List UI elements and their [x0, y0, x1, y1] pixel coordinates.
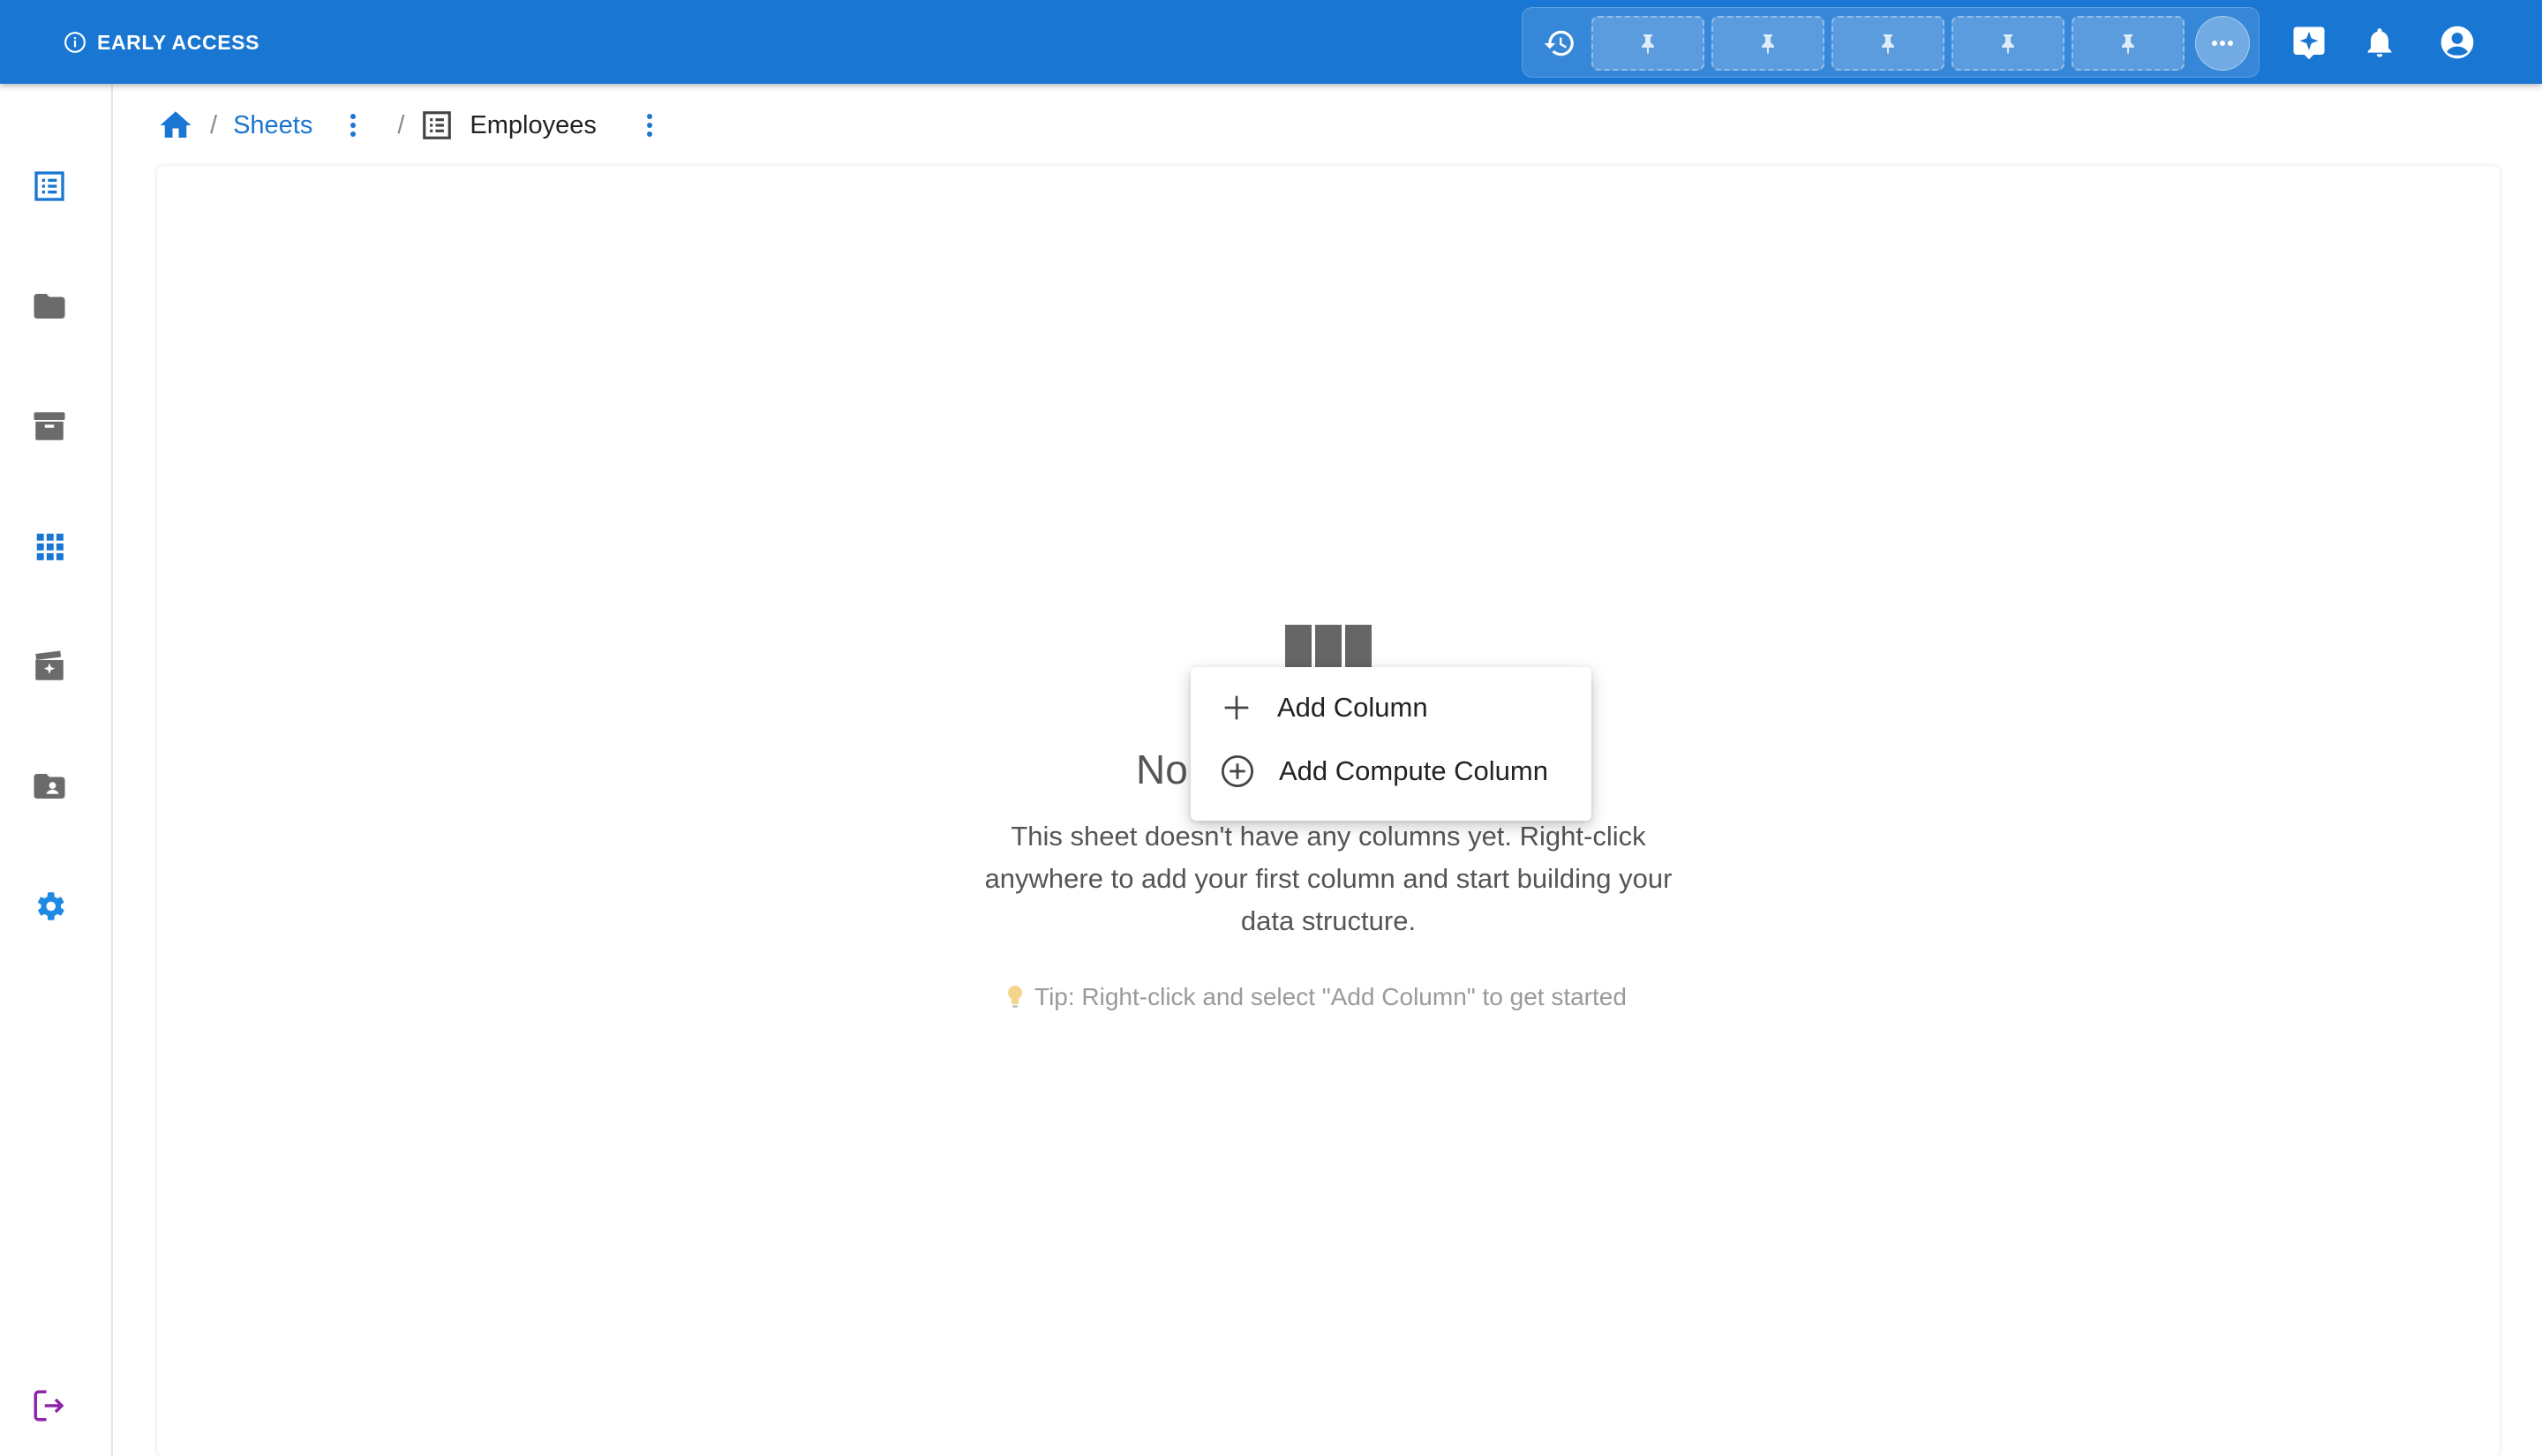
notifications-button[interactable] — [2358, 21, 2401, 64]
breadcrumb-separator: / — [397, 110, 405, 139]
pin-icon — [1642, 34, 1654, 54]
sidebar-item-sheets[interactable] — [25, 161, 74, 211]
archive-icon — [34, 412, 65, 440]
logout-icon — [34, 1390, 64, 1422]
breadcrumb-link-sheets[interactable]: Sheets — [233, 111, 312, 140]
breadcrumb-current-sheet: Employees — [470, 110, 597, 139]
pin-slot-4[interactable] — [1952, 16, 2064, 71]
lightbulb-icon — [1008, 986, 1022, 1008]
columns-icon — [1285, 625, 1373, 669]
apps-grid-icon — [36, 533, 64, 560]
empty-state-description: This sheet doesn't have any columns yet.… — [984, 821, 1673, 936]
contacts-folder-icon — [34, 774, 65, 799]
menu-item-label: Add Compute Column — [1279, 755, 1548, 786]
sparkle-chat-icon — [2293, 26, 2325, 60]
breadcrumb: / Sheets / Employees — [157, 99, 667, 152]
sheet-options-button[interactable] — [632, 104, 667, 146]
pin-icon — [1762, 34, 1774, 54]
left-sidebar — [0, 84, 113, 1456]
early-access-label: EARLY ACCESS — [97, 30, 260, 54]
more-vertical-icon — [646, 114, 652, 137]
pin-slot-2[interactable] — [1711, 16, 1824, 71]
sheets-options-button[interactable] — [335, 104, 371, 146]
more-vertical-icon — [350, 114, 357, 137]
sidebar-item-media[interactable] — [25, 642, 74, 691]
pinned-shortcuts-bar — [1522, 7, 2260, 78]
pin-icon — [2122, 34, 2134, 54]
top-app-bar: EARLY ACCESS — [0, 0, 2542, 84]
bell-icon — [2367, 28, 2392, 57]
settings-icon — [37, 892, 64, 920]
sidebar-item-files[interactable] — [25, 281, 74, 331]
add-circle-icon — [1221, 754, 1254, 788]
pin-icon — [1882, 34, 1894, 54]
sidebar-item-archive[interactable] — [25, 402, 74, 451]
pin-slot-1[interactable] — [1591, 16, 1704, 71]
breadcrumb-separator: / — [210, 110, 218, 139]
account-button[interactable] — [2436, 21, 2478, 64]
sidebar-item-settings[interactable] — [25, 882, 74, 931]
empty-state-tip-text: Tip: Right-click and select "Add Column"… — [1034, 983, 1627, 1010]
empty-state-tip: Tip: Right-click and select "Add Column"… — [1006, 983, 1627, 1011]
sidebar-item-contacts[interactable] — [25, 762, 74, 811]
pin-slot-5[interactable] — [2072, 16, 2185, 71]
more-horizontal-icon — [2212, 41, 2233, 46]
empty-state-title: No — [1136, 747, 1188, 792]
early-access-badge[interactable]: EARLY ACCESS — [64, 26, 259, 58]
sheet-icon — [420, 109, 454, 142]
ai-assistant-button[interactable] — [2288, 21, 2330, 64]
pin-icon — [2002, 34, 2014, 54]
history-icon[interactable] — [1540, 24, 1579, 63]
home-button[interactable] — [157, 107, 194, 144]
info-icon — [64, 32, 86, 53]
home-icon — [160, 111, 192, 138]
context-menu: Add Column Add Compute Column — [1191, 667, 1591, 821]
menu-item-add-column[interactable]: Add Column — [1191, 676, 1591, 739]
sheets-icon — [34, 171, 64, 201]
menu-item-add-compute-column[interactable]: Add Compute Column — [1191, 739, 1591, 803]
media-icon — [35, 650, 64, 680]
menu-item-label: Add Column — [1277, 692, 1428, 723]
plus-icon — [1224, 695, 1249, 720]
sidebar-item-apps[interactable] — [25, 522, 74, 571]
pin-slot-3[interactable] — [1831, 16, 1944, 71]
folder-icon — [34, 294, 65, 319]
account-circle-icon — [2440, 26, 2474, 59]
more-pins-button[interactable] — [2195, 16, 2250, 71]
sidebar-item-logout[interactable] — [25, 1381, 74, 1430]
